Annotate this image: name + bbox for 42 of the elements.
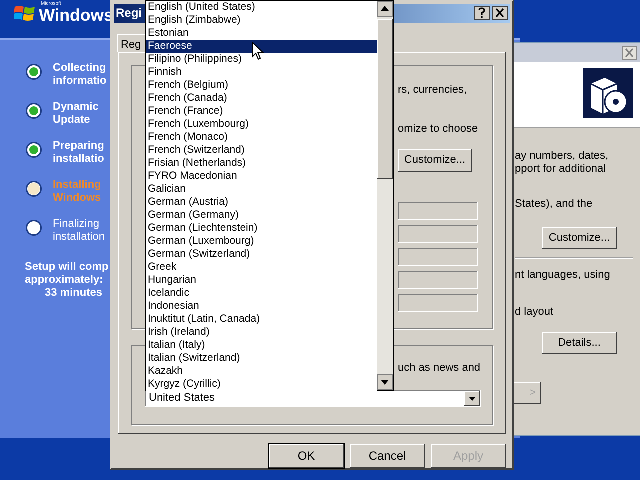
step-label: Collecting [53, 62, 108, 75]
window-title: Regi [116, 5, 142, 22]
dialog-button[interactable]: Details... [542, 332, 617, 354]
step-label: installatio [53, 153, 106, 166]
dropdown-item[interactable]: Kyrgyz (Cyrillic) [146, 378, 377, 391]
dialog-button[interactable]: Cancel [350, 444, 425, 468]
body-text: omize to choose [398, 122, 480, 136]
step-label: Update [53, 114, 92, 127]
dialog-button[interactable]: OK [269, 444, 344, 468]
step-label: informatio [53, 75, 108, 88]
help-icon[interactable] [474, 6, 490, 20]
time-estimate: Setup will comp [25, 261, 109, 274]
dropdown-arrow-button[interactable] [464, 391, 480, 406]
close-icon[interactable] [492, 6, 508, 20]
scroll-down-icon[interactable] [377, 374, 393, 390]
step-label: Windows [53, 192, 102, 205]
scroll-up-icon[interactable] [377, 1, 393, 17]
body-text: nt languages, using [515, 269, 612, 282]
time-estimate: 33 minutes [45, 287, 104, 300]
body-text: uch as news and [398, 362, 481, 374]
body-text: rs, currencies, [398, 84, 468, 97]
step-label: installation [53, 231, 106, 244]
body-text: States), and the [515, 198, 594, 211]
step-label: Installing [53, 179, 102, 192]
time-estimate: approximately: [25, 274, 104, 287]
combo-value: United States [148, 391, 216, 406]
step-label: Preparing [53, 140, 106, 153]
scroll-thumb[interactable] [377, 19, 393, 179]
down-arrow-icon [468, 396, 476, 400]
body-text: pport for additional [515, 163, 608, 176]
body-text: d layout [515, 306, 555, 319]
mouse-pointer-icon [252, 42, 264, 61]
step-label: Dynamic [53, 101, 100, 114]
scrollbar[interactable] [377, 1, 393, 390]
windows-flag-icon [14, 4, 36, 24]
body-text: ay numbers, dates, [515, 150, 610, 163]
step-label: Finalizing [53, 218, 100, 231]
dialog-button[interactable]: Customize... [542, 227, 617, 249]
brand-name: Windows [39, 7, 114, 24]
dropdown-item[interactable]: Faeroese [146, 40, 377, 53]
customize-button[interactable]: Customize... [398, 148, 472, 172]
location-combo[interactable]: United States [145, 390, 481, 407]
